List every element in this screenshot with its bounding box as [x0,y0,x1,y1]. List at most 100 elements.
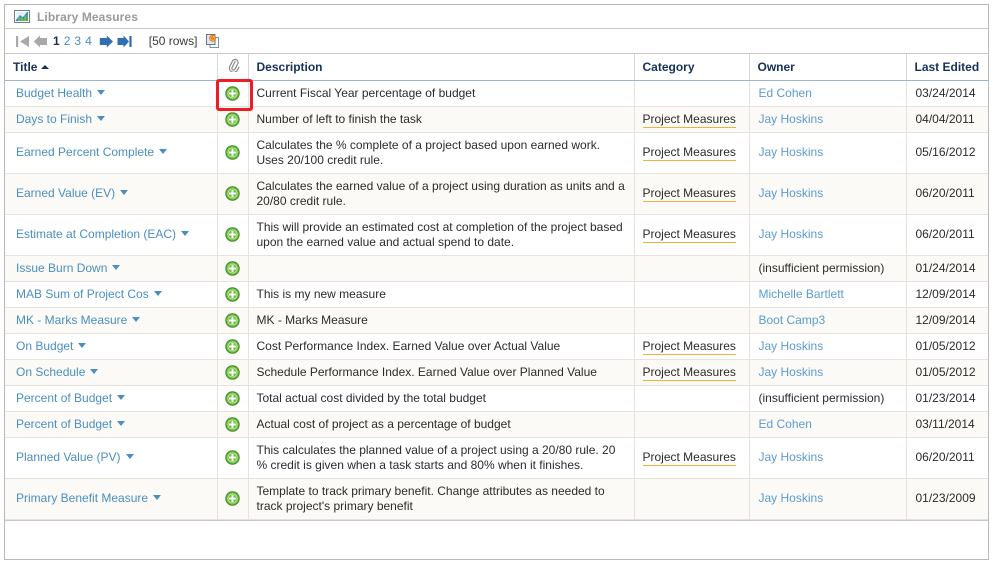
column-header-category[interactable]: Category [634,54,750,81]
cell-title: Estimate at Completion (EAC) [5,214,218,256]
measure-title-link[interactable]: Estimate at Completion (EAC) [16,227,176,241]
category-link[interactable]: Project Measures [642,338,736,355]
chevron-down-icon[interactable] [117,420,126,426]
measure-title-link[interactable]: On Schedule [16,365,85,379]
measure-title-link[interactable]: Budget Health [16,86,92,100]
owner-link[interactable]: Jay Hoskins [759,227,824,241]
category-link[interactable]: Project Measures [642,145,736,161]
owner-link[interactable]: Ed Cohen [759,86,812,100]
category-link[interactable]: Project Measures [642,227,736,243]
add-green-plus-icon[interactable] [225,186,240,201]
owner-link[interactable]: Boot Camp3 [759,313,826,327]
first-page-button[interactable] [15,35,30,48]
table-row[interactable]: On Budget Cost Performance Index. Earned … [5,333,988,360]
page-number-1[interactable]: 1 [53,34,60,48]
table-row[interactable]: Days to Finish Number of left to finish t… [5,106,988,133]
cell-owner: Ed Cohen [749,411,907,438]
cell-title: Days to Finish [5,106,218,133]
category-link[interactable]: Project Measures [642,450,736,466]
chevron-down-icon[interactable] [159,149,168,154]
add-green-plus-icon[interactable] [225,286,240,302]
last-page-button[interactable] [117,35,132,48]
add-green-plus-icon[interactable] [225,145,240,160]
add-green-plus-icon[interactable] [225,260,240,276]
measure-title-link[interactable]: Percent of Budget [16,391,112,405]
column-header-title-label: Title [13,59,38,74]
next-page-button[interactable] [99,35,114,48]
category-link[interactable]: Project Measures [642,364,736,381]
add-green-plus-icon[interactable] [225,491,240,506]
measure-title-link[interactable]: Percent of Budget [16,417,112,431]
column-header-last-edited[interactable]: Last Edited [906,54,988,81]
table-row[interactable]: Earned Percent Complete Calculates the % … [5,132,988,174]
owner-link[interactable]: Michelle Bartlett [759,287,844,301]
add-green-plus-icon[interactable] [225,450,240,465]
owner-link[interactable]: Jay Hoskins [759,339,824,353]
chevron-down-icon[interactable] [153,495,162,500]
measure-title-link[interactable]: Issue Burn Down [16,261,107,275]
table-row[interactable]: MAB Sum of Project Cos This is my new mea… [5,281,988,308]
chevron-down-icon[interactable] [90,368,99,374]
table-row[interactable]: Issue Burn Down (insufficient permission)… [5,255,988,282]
measure-title-link[interactable]: On Budget [16,339,73,353]
measure-title-link[interactable]: Primary Benefit Measure [16,491,148,505]
owner-link[interactable]: Jay Hoskins [759,186,824,200]
chevron-down-icon[interactable] [78,342,87,348]
cell-owner: Jay Hoskins [749,333,907,360]
window-titlebar: Library Measures [5,5,988,29]
chevron-down-icon[interactable] [112,264,121,270]
add-green-plus-icon[interactable] [225,227,240,242]
chevron-down-icon[interactable] [117,394,126,400]
add-green-plus-icon[interactable] [225,364,240,380]
measure-title-link[interactable]: Earned Percent Complete [16,145,154,159]
owner-link[interactable]: Ed Cohen [759,417,812,431]
owner-link[interactable]: Jay Hoskins [759,145,824,159]
table-row[interactable]: Percent of Budget Total actual cost divid… [5,385,988,412]
table-row[interactable]: Planned Value (PV) This calculates the pl… [5,437,988,479]
previous-page-button[interactable] [33,35,48,48]
chevron-down-icon[interactable] [97,115,106,121]
table-row[interactable]: Budget Health Current Fiscal Year percent… [5,79,988,112]
chevron-down-icon[interactable] [125,454,134,459]
page-number-3[interactable]: 3 [74,34,81,48]
chevron-down-icon[interactable] [97,89,106,95]
chevron-down-icon[interactable] [120,190,129,195]
cell-owner: Jay Hoskins [749,437,907,479]
chevron-down-icon[interactable] [181,231,190,236]
measure-title-link[interactable]: Planned Value (PV) [16,450,121,464]
measure-title-link[interactable]: Days to Finish [16,112,92,126]
column-header-attachment[interactable] [217,54,249,81]
add-green-plus-icon[interactable] [225,111,240,127]
table-row[interactable]: Percent of Budget Actual cost of project … [5,411,988,438]
add-green-plus-icon[interactable] [216,79,253,112]
add-green-plus-icon[interactable] [225,416,240,432]
copy-icon[interactable] [205,33,221,49]
category-link[interactable]: Project Measures [642,186,736,202]
cell-attachment [217,359,249,386]
page-number-2[interactable]: 2 [64,34,71,48]
column-header-title[interactable]: Title [5,54,218,81]
table-row[interactable]: Estimate at Completion (EAC) This will pr… [5,214,988,256]
owner-link[interactable]: Jay Hoskins [759,365,824,379]
category-link[interactable]: Project Measures [642,111,736,128]
cell-attachment [217,255,249,282]
owner-link[interactable]: Jay Hoskins [759,112,824,126]
owner-link[interactable]: Jay Hoskins [759,450,824,464]
column-header-owner[interactable]: Owner [749,54,907,81]
measure-title-link[interactable]: Earned Value (EV) [16,186,115,200]
table-row[interactable]: Earned Value (EV) Calculates the earned v… [5,173,988,215]
add-green-plus-icon[interactable] [225,390,240,406]
page-number-4[interactable]: 4 [85,34,92,48]
add-green-plus-icon[interactable] [225,338,240,354]
table-row[interactable]: MK - Marks Measure MK - Marks Measure Boot… [5,307,988,334]
measure-title-link[interactable]: MK - Marks Measure [16,313,127,327]
measure-title-link[interactable]: MAB Sum of Project Cos [16,287,149,301]
owner-link[interactable]: Jay Hoskins [759,491,824,505]
add-green-plus-icon[interactable] [225,312,240,328]
grid-toolbar: 1 2 3 4 [50 rows] [5,29,988,54]
chevron-down-icon[interactable] [132,316,141,322]
column-header-description[interactable]: Description [248,54,635,81]
chevron-down-icon[interactable] [153,290,162,296]
table-row[interactable]: On Schedule Schedule Performance Index. E… [5,359,988,386]
table-row[interactable]: Primary Benefit Measure Template to track… [5,478,988,520]
